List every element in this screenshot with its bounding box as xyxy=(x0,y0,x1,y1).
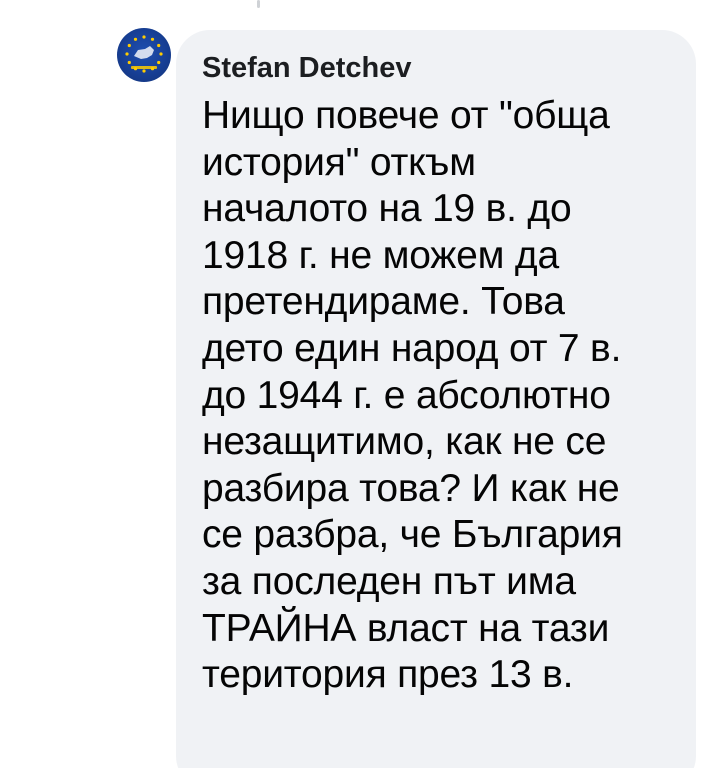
comment-text-line: ТРАЙНА власт на тази xyxy=(202,606,610,650)
comment-text-line: 1918 г. не можем да xyxy=(202,233,559,277)
comment-text-line: началото на 19 в. до xyxy=(202,187,572,231)
comment-text-line: незащитимо, как не се xyxy=(202,420,607,464)
comment-text-line: до 1944 г. е абсолютно xyxy=(202,373,611,417)
comment-text-line: за последен път има xyxy=(202,559,576,603)
eu-flag-avatar-icon xyxy=(125,35,163,73)
comment-text-line: територия през 13 в. xyxy=(202,653,574,697)
comment-thread: Stefan Detchev Нищо повече от "обща исто… xyxy=(0,0,720,768)
profile-avatar[interactable] xyxy=(117,28,171,82)
comment-text-line: дето един народ от 7 в. xyxy=(202,326,622,370)
comment-body: Нищо повече от "обща история" откъм нача… xyxy=(202,93,682,699)
thread-connector-line xyxy=(257,0,260,8)
comment-text-line: претендираме. Това xyxy=(202,280,565,324)
comment-bubble: Stefan Detchev Нищо повече от "обща исто… xyxy=(176,30,696,768)
comment-author-name[interactable]: Stefan Detchev xyxy=(202,51,412,85)
comment-text-line: Нищо повече от "обща xyxy=(202,94,610,137)
comment-text-line: история" откъм xyxy=(202,140,476,184)
comment-text-line: се разбра, че България xyxy=(202,513,623,557)
comment-text-line: разбира това? И как не xyxy=(202,466,620,510)
